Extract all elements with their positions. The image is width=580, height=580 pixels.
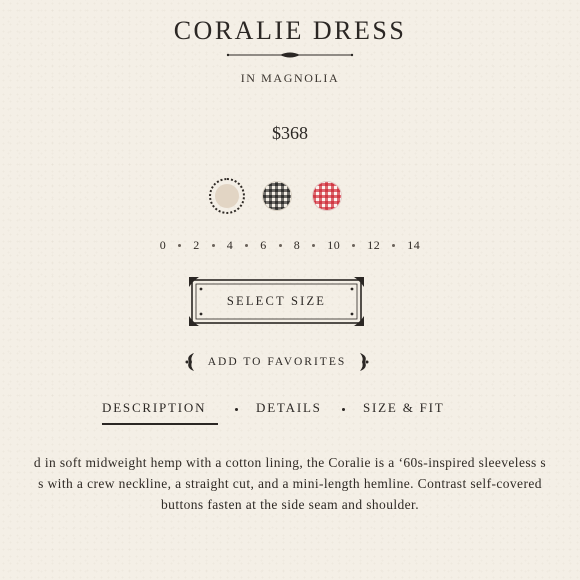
product-description: d in soft midweight hemp with a cotton l… <box>0 452 580 515</box>
product-color-line: IN MAGNOLIA <box>240 71 340 85</box>
add-to-favorites-label: ADD TO FAVORITES <box>207 356 347 368</box>
product-title: CORALIE DRESS <box>173 16 407 45</box>
tab-separator <box>342 408 345 411</box>
description-line: d in soft midweight hemp with a cotton l… <box>33 455 547 470</box>
product-price: $368 <box>272 123 308 143</box>
description-line: buttons fasten at the side seam and shou… <box>161 497 419 512</box>
size-option-10[interactable]: 10 <box>327 238 340 253</box>
size-separator <box>178 243 182 247</box>
tab-description[interactable]: DESCRIPTION <box>102 400 206 416</box>
tab-separator <box>235 408 238 411</box>
size-option-12[interactable]: 12 <box>367 238 380 253</box>
active-tab-underline <box>102 423 218 425</box>
product-info-tabs: DESCRIPTION DETAILS SIZE & FIT <box>0 400 580 426</box>
swatch-black-gingham[interactable] <box>263 182 291 210</box>
size-separator <box>278 243 282 247</box>
size-option-14[interactable]: 14 <box>407 238 420 253</box>
size-separator <box>312 243 316 247</box>
add-to-favorites-button[interactable]: ADD TO FAVORITES <box>184 351 370 373</box>
description-line: s with a crew neckline, a straight cut, … <box>38 476 542 491</box>
color-swatches <box>0 178 580 214</box>
size-option-4[interactable]: 4 <box>227 238 234 253</box>
right-flourish-icon <box>360 353 369 371</box>
swatch-red-gingham[interactable] <box>313 182 341 210</box>
size-option-0[interactable]: 0 <box>160 238 167 253</box>
select-size-label: SELECT SIZE <box>226 294 327 308</box>
size-option-6[interactable]: 6 <box>260 238 267 253</box>
size-separator <box>352 243 356 247</box>
size-option-8[interactable]: 8 <box>294 238 301 253</box>
title-divider-ornament <box>226 52 354 58</box>
size-options: 0 2 4 6 8 10 12 14 <box>0 236 580 254</box>
swatch-magnolia[interactable] <box>209 178 245 214</box>
tab-size-and-fit[interactable]: SIZE & FIT <box>363 400 445 416</box>
size-separator <box>245 243 249 247</box>
select-size-button[interactable]: SELECT SIZE <box>189 277 364 326</box>
size-option-2[interactable]: 2 <box>193 238 200 253</box>
size-separator <box>392 243 396 247</box>
tab-details[interactable]: DETAILS <box>256 400 322 416</box>
size-separator <box>211 243 215 247</box>
